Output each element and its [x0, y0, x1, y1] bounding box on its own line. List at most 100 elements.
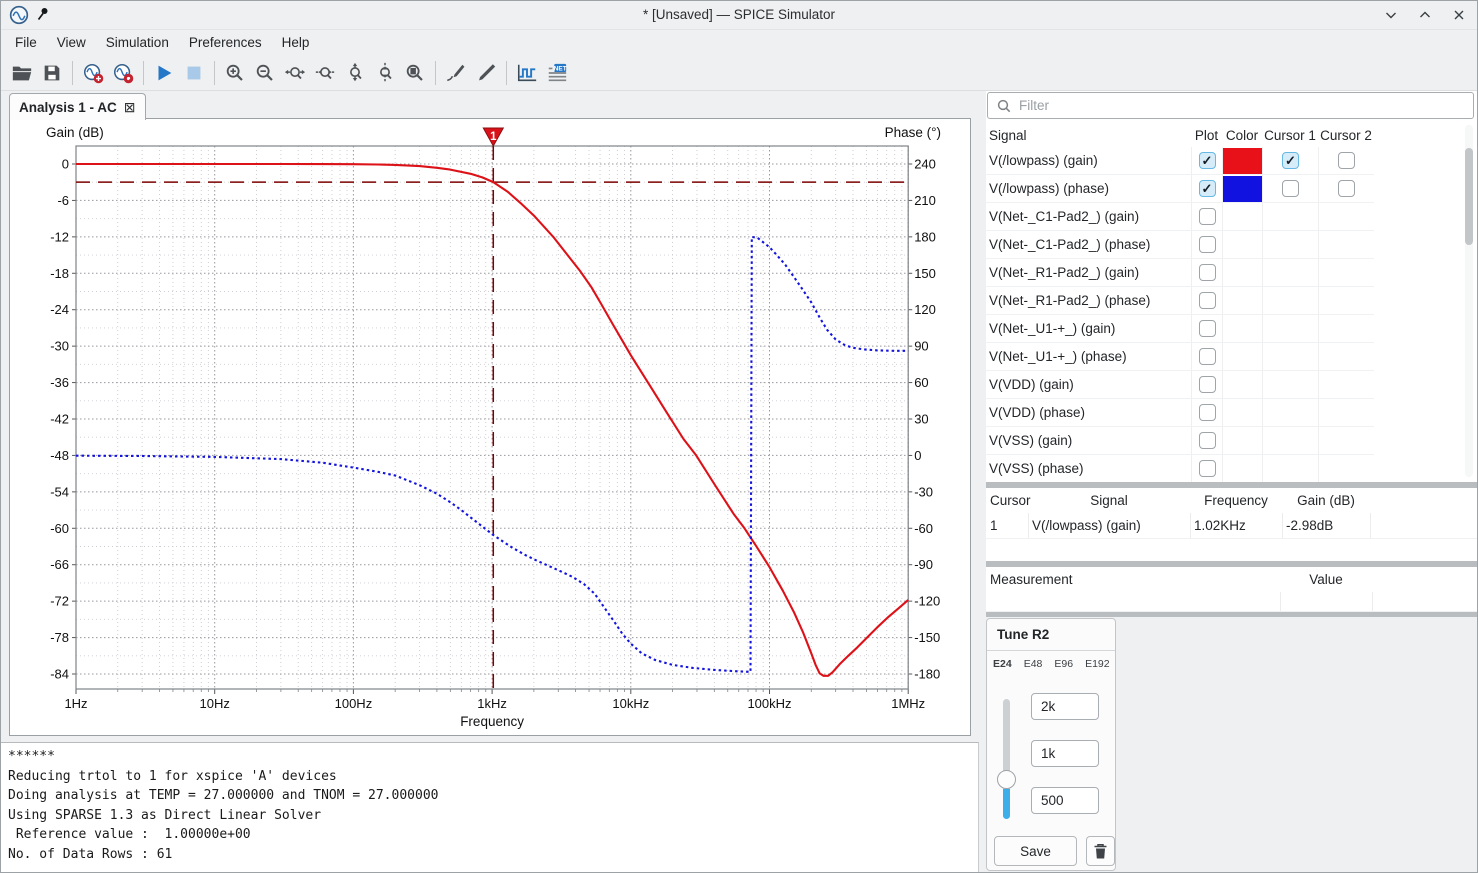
checkbox[interactable] [1199, 404, 1216, 421]
tune-slider-fill [1003, 789, 1010, 819]
plot-cell: ✓ [1191, 175, 1222, 202]
checkbox[interactable] [1199, 320, 1216, 337]
discard-tune-button[interactable] [1086, 836, 1115, 866]
checkbox[interactable] [1199, 292, 1216, 309]
checkbox[interactable] [1199, 432, 1216, 449]
signal-row[interactable]: V(VDD) (gain) [986, 371, 1374, 399]
tune-current-field[interactable] [1031, 740, 1099, 767]
checkbox[interactable] [1199, 208, 1216, 225]
tune-tab-e96[interactable]: E96 [1048, 658, 1079, 670]
simulation-settings-icon [112, 62, 134, 84]
cursor1-cell [1262, 455, 1318, 482]
svg-text:1: 1 [490, 131, 497, 143]
tab-close-icon[interactable]: ⊠ [124, 99, 136, 116]
signal-row[interactable]: V(/lowpass) (phase)✓ [986, 175, 1374, 203]
checkbox[interactable]: ✓ [1282, 152, 1299, 169]
signal-row[interactable]: V(Net-_R1-Pad2_) (phase) [986, 287, 1374, 315]
checkbox[interactable] [1199, 376, 1216, 393]
titlebar: * [Unsaved] — SPICE Simulator [1, 1, 1477, 30]
signal-filter[interactable] [987, 92, 1474, 119]
menu-file[interactable]: File [5, 31, 47, 54]
checkbox[interactable] [1199, 460, 1216, 477]
stop-simulation-button[interactable] [180, 59, 208, 87]
checkbox[interactable] [1338, 152, 1355, 169]
signal-row[interactable]: V(Net-_U1-+_) (phase) [986, 343, 1374, 371]
scrollbar-thumb[interactable] [1465, 148, 1473, 245]
save-button-label: Save [1020, 844, 1051, 859]
tune-button[interactable] [472, 59, 500, 87]
zoom-to-fit-button[interactable] [401, 59, 429, 87]
tune-slider-thumb[interactable] [997, 770, 1016, 789]
menu-view[interactable]: View [47, 31, 96, 54]
menubar: FileViewSimulationPreferencesHelp [1, 29, 1478, 56]
svg-text:-120: -120 [914, 594, 940, 609]
tune-max-field[interactable] [1031, 693, 1099, 720]
probe-button[interactable] [442, 59, 470, 87]
cursor-row[interactable]: 1 V(/lowpass) (gain) 1.02KHz -2.98dB [986, 513, 1478, 539]
signal-row[interactable]: V(Net-_C1-Pad2_) (gain) [986, 203, 1374, 231]
svg-text:-48: -48 [50, 448, 69, 463]
plot-cell [1191, 343, 1222, 370]
tune-tab-e192[interactable]: E192 [1079, 658, 1116, 670]
show-netlist-button[interactable]: NET [543, 59, 571, 87]
tune-tab-e48[interactable]: E48 [1018, 658, 1049, 670]
cursor1-cell [1262, 259, 1318, 286]
tab-analysis-1-ac[interactable]: Analysis 1 - AC ⊠ [9, 93, 146, 120]
tab-label: Analysis 1 - AC [19, 100, 117, 115]
run-simulation-button[interactable] [150, 59, 178, 87]
color-swatch[interactable] [1223, 176, 1262, 202]
simulation-console[interactable]: ****** Reducing trtol to 1 for xspice 'A… [1, 742, 979, 873]
cursor1-cell [1262, 175, 1318, 202]
save-workbook-button[interactable] [38, 59, 66, 87]
open-workbook-button[interactable] [8, 59, 36, 87]
tune-icon [475, 62, 497, 84]
tune-min-field[interactable] [1031, 787, 1099, 814]
zoom-out-horizontally-button[interactable] [311, 59, 339, 87]
menu-help[interactable]: Help [272, 31, 320, 54]
zoom-in-button[interactable] [221, 59, 249, 87]
window-title: * [Unsaved] — SPICE Simulator [1, 1, 1477, 29]
signal-row[interactable]: V(Net-_C1-Pad2_) (phase) [986, 231, 1374, 259]
filter-input[interactable] [1017, 97, 1473, 114]
zoom-out-vertically-icon [374, 62, 396, 84]
bode-plot[interactable]: 0-6-12-18-24-30-36-42-48-54-60-66-72-78-… [9, 118, 971, 736]
new-analysis-button[interactable] [79, 59, 107, 87]
measurement-empty-row[interactable] [986, 592, 1478, 612]
simulation-settings-button[interactable] [109, 59, 137, 87]
signal-row[interactable]: V(Net-_R1-Pad2_) (gain) [986, 259, 1374, 287]
signal-row[interactable]: V(VSS) (phase) [986, 455, 1374, 482]
window-maximize-button[interactable] [1415, 5, 1435, 25]
tune-tab-e24[interactable]: E24 [987, 658, 1018, 670]
save-button[interactable]: Save [994, 836, 1077, 866]
checkbox[interactable]: ✓ [1199, 152, 1216, 169]
checkbox[interactable] [1199, 348, 1216, 365]
color-cell [1222, 343, 1262, 370]
zoom-in-horizontally-button[interactable] [281, 59, 309, 87]
checkbox[interactable] [1199, 264, 1216, 281]
color-swatch[interactable] [1223, 148, 1262, 174]
add-plot-button[interactable] [513, 59, 541, 87]
menu-preferences[interactable]: Preferences [179, 31, 272, 54]
checkbox[interactable] [1282, 180, 1299, 197]
checkbox[interactable] [1338, 180, 1355, 197]
svg-text:-150: -150 [914, 630, 940, 645]
zoom-out-vertically-button[interactable] [371, 59, 399, 87]
signal-list-scrollbar[interactable] [1465, 125, 1473, 477]
menu-simulation[interactable]: Simulation [96, 31, 179, 54]
zoom-in-vertically-button[interactable] [341, 59, 369, 87]
plot-cell [1191, 231, 1222, 258]
checkbox[interactable] [1199, 236, 1216, 253]
signal-row[interactable]: V(VSS) (gain) [986, 427, 1374, 455]
search-icon [997, 99, 1011, 113]
signal-row[interactable]: V(Net-_U1-+_) (gain) [986, 315, 1374, 343]
checkbox[interactable]: ✓ [1199, 180, 1216, 197]
signal-row[interactable]: V(/lowpass) (gain)✓✓ [986, 147, 1374, 175]
stop-simulation-icon [183, 62, 205, 84]
zoom-out-button[interactable] [251, 59, 279, 87]
window-minimize-button[interactable] [1381, 5, 1401, 25]
plot-cell [1191, 203, 1222, 230]
window-close-button[interactable] [1449, 5, 1469, 25]
signal-row[interactable]: V(VDD) (phase) [986, 399, 1374, 427]
trash-icon [1093, 843, 1108, 860]
svg-text:-36: -36 [50, 375, 69, 390]
